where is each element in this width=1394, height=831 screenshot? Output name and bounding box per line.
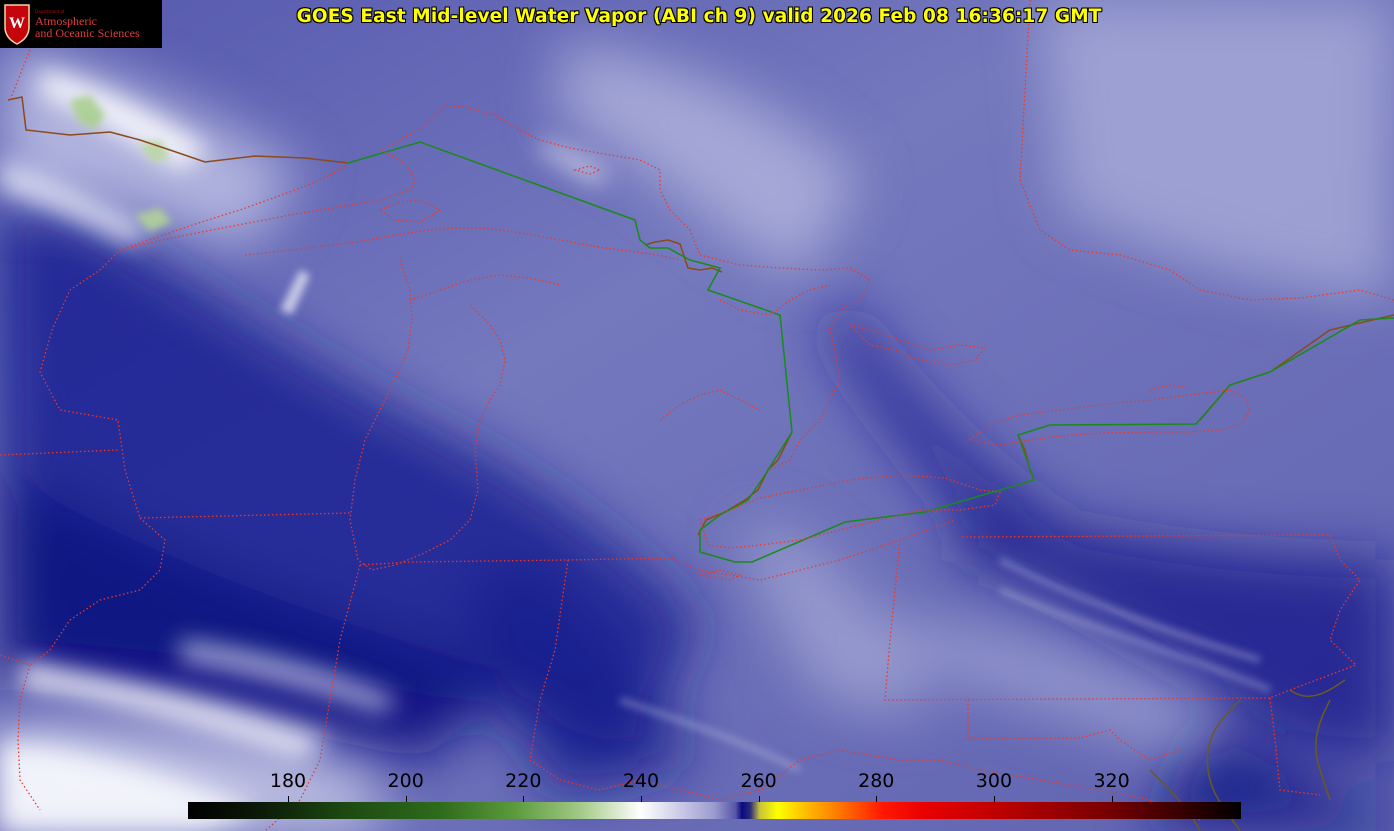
colorbar-tick-mark [640, 796, 642, 802]
colorbar-tick-label: 180 [269, 770, 307, 792]
colorbar-tick-mark [405, 796, 407, 802]
water-vapor-map: W Department of Atmospheric and Oceanic … [0, 0, 1394, 831]
logo-line-oceanic: and Oceanic Sciences [35, 26, 140, 40]
colorbar-tick-label: 200 [387, 770, 424, 792]
colorbar-tick-label: 320 [1093, 770, 1130, 792]
colorbar-tick-label: 280 [858, 770, 895, 792]
satellite-imagery [0, 0, 1394, 831]
colorbar-tick-mark [523, 796, 525, 802]
colorbar-tick-label: 260 [740, 770, 777, 792]
colorbar-tick-mark [993, 796, 995, 802]
colorbar-tick-mark [288, 796, 289, 802]
colorbar-tick-mark [758, 796, 760, 802]
temperature-colorbar [188, 802, 1241, 819]
colorbar-tick-label: 220 [505, 770, 542, 792]
colorbar-tick-label: 300 [975, 770, 1013, 792]
colorbar-tick-mark [876, 796, 878, 802]
map-title: GOES East Mid-level Water Vapor (ABI ch … [296, 6, 1102, 27]
colorbar-tick-mark [1111, 796, 1113, 802]
colorbar-tick-label: 240 [622, 770, 660, 792]
